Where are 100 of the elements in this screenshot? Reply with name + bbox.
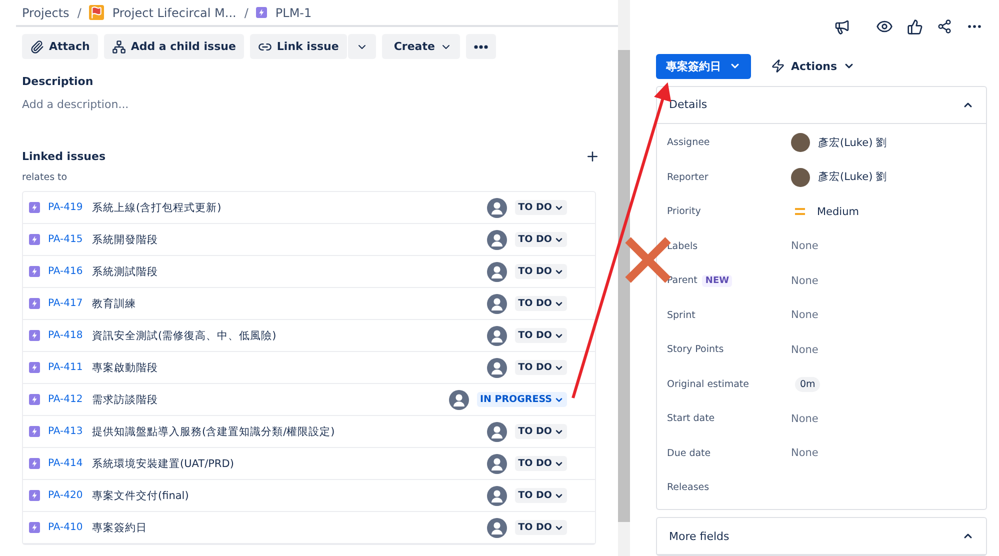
field-label: Original estimate [667,378,749,390]
status-dropdown[interactable]: TO DO [515,360,567,375]
share-icon[interactable] [937,19,952,34]
linked-issues-heading: Linked issues [22,150,106,163]
issue-summary: 專案文件交付(final) [92,488,190,502]
field-label: Due date [667,448,711,459]
issue-key-link[interactable]: PA-413 [48,426,84,437]
linked-issue-row[interactable]: PA-415 系統開發階段 TO DO [23,224,595,256]
issue-summary: 系統上線(含打包程式更新) [92,200,222,214]
issue-key-link[interactable]: PA-414 [48,458,84,469]
field-value[interactable]: None [791,344,818,356]
breadcrumb-link[interactable]: Project Lifecircal M... [112,6,236,20]
status-dropdown[interactable]: TO DO [515,520,567,535]
attach-button[interactable]: Attach [22,34,98,59]
user-avatar-icon [448,390,469,410]
user-avatar-icon [487,358,508,378]
status-dropdown[interactable]: IN PROGRESS [476,392,567,407]
issue-key-link[interactable]: PA-415 [48,234,84,245]
field-value[interactable]: None [791,274,818,287]
lightning-icon [29,458,40,469]
field-value[interactable]: Medium [817,206,859,218]
issue-summary: 資訊安全測試(需修復高、中、低風險) [92,328,278,342]
actions-button[interactable]: Actions [765,54,861,78]
lightning-icon [29,234,40,245]
status-dropdown[interactable]: TO DO [515,232,567,247]
description-heading: Description [22,75,94,88]
linked-issue-row[interactable]: PA-416 系統測試階段 TO DO [23,256,595,288]
linked-issue-row[interactable]: PA-418 資訊安全測試(需修復高、中、低風險) TO DO [23,320,595,352]
link-issue-button[interactable]: Link issue [250,34,347,59]
status-dropdown[interactable]: TO DO [515,456,567,471]
estimate-value[interactable]: 0m [795,376,820,392]
linked-issue-row[interactable]: PA-419 系統上線(含打包程式更新) TO DO [23,192,595,224]
issue-key-link[interactable]: PA-418 [48,330,84,341]
linked-issue-row[interactable]: PA-410 專案簽約日 TO DO [23,512,595,544]
issue-key-link[interactable]: PA-416 [48,266,84,277]
field-value[interactable]: None [791,309,818,322]
field-label: Reporter [667,172,708,183]
lightning-icon [29,362,40,373]
issue-key-link[interactable]: PA-417 [48,298,84,309]
user-avatar-icon [487,230,508,250]
issue-summary: 提供知識盤點導入服務(含建置知識分類/權限設定) [92,424,336,438]
scrollbar[interactable] [618,0,630,556]
issue-summary: 系統環境安裝建置(UAT/PRD) [92,456,235,470]
field-value[interactable]: 彥宏(Luke) 劉 [818,136,888,150]
flag-icon [89,5,104,20]
status-dropdown[interactable]: TO DO [515,296,567,311]
linked-issue-row[interactable]: PA-411 專案啟動階段 TO DO [23,352,595,384]
status-dropdown[interactable]: TO DO [515,424,567,439]
new-label: NEW [702,274,732,287]
issue-summary: 系統測試階段 [92,264,159,278]
user-avatar-icon [487,294,508,314]
linked-issue-row[interactable]: PA-417 教育訓練 TO DO [23,288,595,320]
add-child-issue-button[interactable]: Add a child issue [104,34,244,59]
lightning-icon [29,426,40,437]
hierarchy-icon [112,40,126,54]
status-dropdown[interactable]: TO DO [515,264,567,279]
field-value[interactable]: 彥宏(Luke) 劉 [818,170,888,184]
breadcrumb-link[interactable]: PLM-1 [275,6,312,20]
megaphone-icon[interactable] [834,18,850,35]
status-button[interactable]: 專案簽約日 [656,54,751,78]
issue-summary: 系統開發階段 [92,232,159,246]
issue-summary: 專案啟動階段 [92,360,159,374]
issue-key-link[interactable]: PA-411 [48,362,84,373]
issue-summary: 專案簽約日 [92,520,148,534]
issue-key-link[interactable]: PA-412 [48,394,84,405]
status-dropdown[interactable]: TO DO [515,328,567,343]
field-label: Assignee [667,137,710,148]
field-value[interactable]: None [791,412,818,425]
breadcrumb-separator: / [77,6,82,20]
user-avatar-icon [487,262,508,282]
more-icon [474,44,488,48]
linked-issue-row[interactable]: PA-420 專案文件交付(final) TO DO [23,480,595,512]
lightning-icon [29,522,40,533]
issue-summary: 需求訪談階段 [92,392,159,406]
linked-issue-row[interactable]: PA-412 需求訪談階段 IN PROGRESS [23,384,595,416]
issue-key-link[interactable]: PA-420 [48,490,84,501]
avatar-placeholder [791,133,810,152]
avatar-placeholder [791,168,810,187]
more-button[interactable] [466,34,496,59]
status-dropdown[interactable]: TO DO [515,200,567,215]
breadcrumb-link[interactable]: Projects [22,6,70,20]
user-avatar-icon [487,486,508,506]
issue-summary: 教育訓練 [92,296,137,310]
create-button[interactable]: Create [382,34,460,59]
field-value[interactable]: None [791,447,818,460]
linked-issue-row[interactable]: PA-414 系統環境安裝建置(UAT/PRD) TO DO [23,448,595,480]
linked-issue-row[interactable]: PA-413 提供知識盤點導入服務(含建置知識分類/權限設定) TO DO [23,416,595,448]
issue-key-link[interactable]: PA-419 [48,202,84,213]
paperclip-icon [30,40,44,54]
lightning-icon [256,7,268,18]
field-value[interactable]: None [791,240,818,252]
user-avatar-icon [487,326,508,346]
thumbs-up-icon[interactable] [907,18,923,35]
lightning-icon [29,490,40,501]
issue-key-link[interactable]: PA-410 [48,522,84,533]
add-icon[interactable] [585,149,600,164]
description-field[interactable]: Add a description... [22,98,618,111]
lightning-icon [29,298,40,309]
status-dropdown[interactable]: TO DO [515,488,567,503]
field-label: Story Points [667,344,724,356]
